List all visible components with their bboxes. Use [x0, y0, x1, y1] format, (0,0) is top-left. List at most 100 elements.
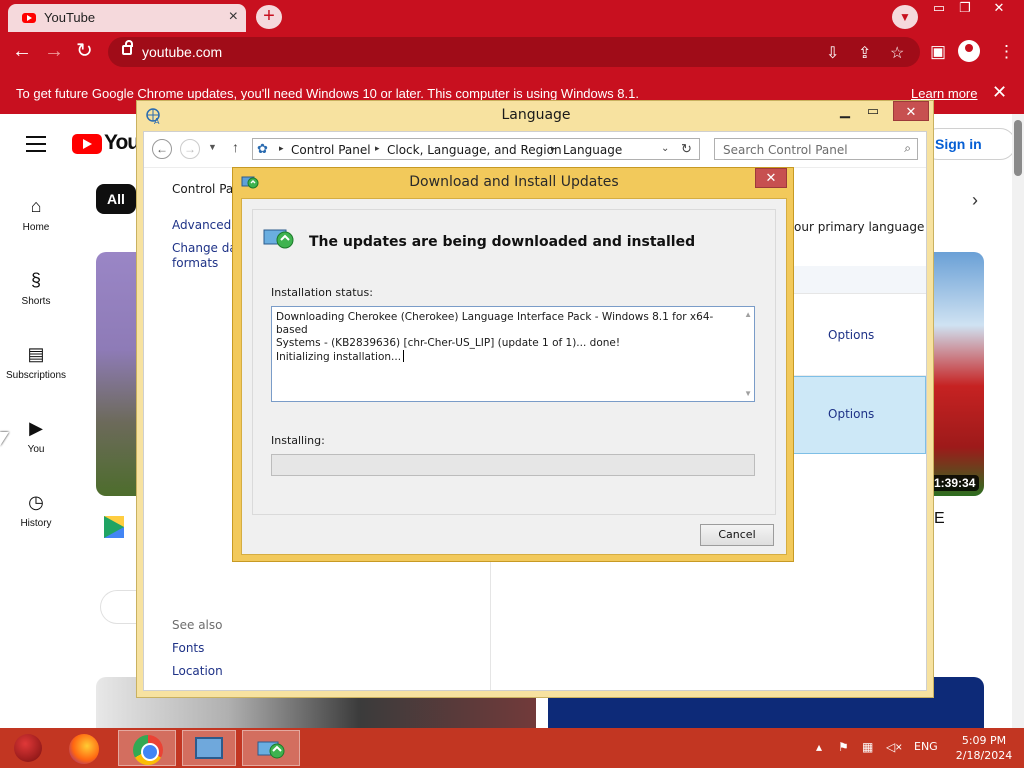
clock-time: 5:09 PM [961, 734, 1007, 747]
see-also-heading: See also [172, 618, 223, 632]
status-line: Systems - (KB2839636) [chr-Cher-US_LIP] … [276, 337, 621, 349]
back-icon[interactable]: ← [12, 40, 32, 62]
close-window-button[interactable]: ✕ [984, 0, 1014, 18]
dialog-heading: The updates are being downloaded and ins… [309, 234, 696, 250]
dialog-body: The updates are being downloaded and ins… [241, 198, 787, 555]
video-thumbnail[interactable] [96, 252, 138, 496]
address-bar[interactable]: youtube.com ⇩ ⇪ ☆ [108, 37, 920, 67]
installing-label: Installing: [271, 434, 325, 447]
browser-titlebar: YouTube × + ▼ ▭ ❐ ✕ ← → ↻ youtube.com ⇩ … [0, 0, 1024, 72]
firefox-icon [69, 734, 99, 764]
tab-search-button[interactable]: ▼ [892, 5, 918, 29]
forward-icon[interactable]: → [180, 139, 200, 159]
scroll-thumb[interactable] [1014, 120, 1022, 176]
control-panel-icon [195, 737, 223, 759]
home-icon: ⌂ [30, 196, 42, 216]
taskbar-firefox[interactable] [60, 730, 108, 766]
network-icon[interactable]: ▦ [862, 740, 873, 754]
start-ornament-button[interactable] [2, 730, 50, 766]
show-hidden-icons[interactable]: ▴ [816, 740, 822, 754]
search-pill[interactable] [100, 590, 140, 624]
left-link-advanced-settings[interactable]: Advanced s [172, 218, 241, 232]
left-link-control-panel-home[interactable]: Control Pan [172, 182, 241, 196]
chevron-down-icon[interactable]: ⌄ [661, 143, 669, 154]
bookmark-star-icon[interactable]: ☆ [890, 43, 904, 63]
video-thumbnail[interactable] [930, 252, 984, 496]
breadcrumb-separator-icon[interactable]: ▸ [551, 143, 556, 154]
breadcrumb-separator-icon[interactable]: ▸ [279, 143, 284, 154]
history-icon: ◷ [28, 492, 44, 512]
sidebar-item-subscriptions[interactable]: ▤ Subscriptions [0, 342, 72, 381]
see-also-location-link[interactable]: Location [172, 664, 223, 678]
close-button[interactable]: ✕ [893, 101, 929, 121]
cancel-button[interactable]: Cancel [700, 524, 774, 546]
breadcrumb-separator-icon[interactable]: ▸ [375, 143, 380, 154]
status-line: Initializing installation... [276, 351, 402, 363]
taskbar-clock[interactable]: 5:09 PM 2/18/2024 [952, 733, 1016, 763]
youtube-logo-icon[interactable] [72, 134, 102, 154]
reload-icon[interactable]: ↻ [76, 40, 93, 62]
share-icon[interactable]: ⇪ [858, 43, 871, 63]
input-language-indicator[interactable]: ENG [914, 740, 938, 753]
side-panel-icon[interactable]: ▣ [930, 42, 946, 62]
scroll-up-icon[interactable]: ▲ [744, 310, 752, 319]
scroll-down-icon[interactable]: ▼ [744, 389, 752, 398]
page-scrollbar[interactable] [1012, 114, 1024, 728]
learn-more-link[interactable]: Learn more [911, 86, 977, 101]
up-icon[interactable]: ↑ [232, 139, 239, 155]
tab-youtube[interactable]: YouTube × [8, 4, 246, 32]
chip-all[interactable]: All [96, 184, 136, 214]
sidebar-item-label: Subscriptions [5, 370, 67, 381]
video-title-partial[interactable]: E [934, 510, 945, 528]
forward-icon[interactable]: → [44, 40, 64, 62]
install-progress-bar [271, 454, 755, 476]
hamburger-menu-icon[interactable] [26, 136, 46, 157]
profile-avatar-icon[interactable] [958, 40, 980, 62]
primary-language-text: our primary language [794, 220, 925, 234]
tab-title: YouTube [44, 10, 96, 25]
lock-icon[interactable] [122, 40, 133, 55]
maximize-button[interactable]: ▭ [859, 101, 887, 121]
text-caret [403, 350, 405, 362]
breadcrumb[interactable]: ✿ ▸ Control Panel ▸ Clock, Language, and… [252, 138, 700, 160]
chrome-menu-icon[interactable]: ⋮ [998, 42, 1015, 62]
sidebar-item-you[interactable]: ▶ You [0, 416, 72, 455]
search-control-panel-input[interactable]: Search Control Panel ⌕ [714, 138, 918, 160]
taskbar-control-panel[interactable] [182, 730, 236, 766]
infobar-close-icon[interactable]: ✕ [992, 82, 1007, 103]
sidebar-item-home[interactable]: ⌂ Home [0, 194, 72, 233]
back-icon[interactable]: ← [152, 139, 172, 159]
new-tab-button[interactable]: + [256, 5, 282, 29]
see-also-fonts-link[interactable]: Fonts [172, 641, 204, 655]
refresh-icon[interactable]: ↻ [681, 141, 692, 157]
action-center-flag-icon[interactable]: ⚑ [838, 740, 849, 754]
breadcrumb-clock-language-region[interactable]: Clock, Language, and Region [387, 143, 562, 157]
sign-in-button[interactable]: Sign in [922, 128, 1016, 160]
installation-status-textbox[interactable]: Downloading Cherokee (Cherokee) Language… [271, 306, 755, 402]
infobar-message: To get future Google Chrome updates, you… [16, 86, 639, 101]
dialog-close-button[interactable]: ✕ [755, 168, 787, 188]
tab-close-icon[interactable]: × [229, 8, 238, 26]
taskbar-chrome[interactable] [118, 730, 176, 766]
windows-update-icon [263, 229, 294, 249]
install-app-icon[interactable]: ⇩ [826, 43, 839, 63]
chips-next-icon[interactable]: › [972, 190, 978, 211]
breadcrumb-control-panel[interactable]: Control Panel [291, 143, 371, 157]
restore-button[interactable]: ❐ [952, 0, 978, 18]
language-options-link[interactable]: Options [828, 328, 874, 342]
minimize-button[interactable]: ▭ [926, 0, 952, 18]
minimize-button[interactable]: ▁ [831, 101, 859, 121]
language-options-link[interactable]: Options [828, 407, 874, 421]
sidebar-item-history[interactable]: ◷ History [0, 490, 72, 529]
taskbar-windows-update[interactable] [242, 730, 300, 766]
recent-locations-icon[interactable]: ▼ [208, 142, 217, 152]
volume-muted-icon[interactable]: ◁× [886, 740, 902, 754]
explorer-address-bar: ← → ▼ ↑ ✿ ▸ Control Panel ▸ Clock, Langu… [144, 132, 926, 168]
window-title: Language [501, 107, 571, 123]
left-link-formats[interactable]: formats [172, 256, 218, 270]
search-icon[interactable]: ⌕ [904, 141, 911, 156]
breadcrumb-language[interactable]: Language [563, 143, 622, 157]
sidebar-item-shorts[interactable]: § Shorts [0, 268, 72, 307]
url-text[interactable]: youtube.com [142, 44, 222, 60]
search-placeholder: Search Control Panel [723, 143, 848, 157]
